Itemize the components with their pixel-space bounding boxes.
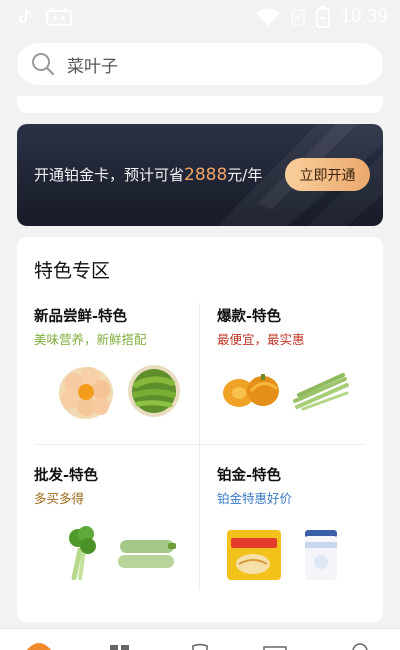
section-title: 特色专区 [34, 260, 111, 282]
category-subtitle: 最便宜，最实惠 [217, 332, 305, 347]
banner-text-prefix: 开通铂金卡，预计可省 [34, 166, 185, 184]
bottom-tab-bar [0, 628, 400, 650]
milk-powder-image [305, 530, 337, 580]
vertical-divider [199, 303, 200, 590]
tab-home-icon[interactable] [24, 641, 54, 650]
wifi-icon [256, 9, 281, 26]
long-beans-image [293, 373, 349, 411]
category-subtitle: 美味营养，新鲜搭配 [34, 332, 147, 347]
category-platinum[interactable]: 铂金-特色 铂金特惠好价 [217, 464, 377, 604]
platinum-card-banner[interactable]: 开通铂金卡，预计可省2888元/年 立即开通 [17, 124, 383, 226]
green-beans-image [128, 365, 180, 417]
gallery-icon [46, 8, 72, 26]
search-bar[interactable]: 菜叶子 [17, 43, 383, 85]
pumpkin-image [223, 374, 279, 407]
category-title: 新品尝鲜-特色 [34, 309, 128, 325]
status-time: 10:39 [340, 6, 388, 27]
tab-profile-icon[interactable] [350, 641, 370, 650]
category-new-products[interactable]: 新品尝鲜-特色 美味营养，新鲜搭配 [34, 305, 194, 445]
search-icon [32, 53, 55, 76]
category-title: 铂金-特色 [217, 468, 282, 484]
tab-category-icon[interactable] [108, 641, 132, 650]
zucchini-image [118, 540, 176, 568]
search-input[interactable]: 菜叶子 [67, 52, 118, 77]
tiktok-icon [18, 9, 31, 24]
signal-icon [291, 9, 306, 26]
noodle-pack-image [227, 530, 281, 580]
category-wholesale[interactable]: 批发-特色 多买多得 [34, 464, 194, 604]
category-title: 爆款-特色 [217, 309, 282, 325]
category-title: 批发-特色 [34, 468, 99, 484]
previous-card [17, 96, 383, 113]
status-bar: 10:39 [0, 0, 400, 36]
category-subtitle: 铂金特惠好价 [217, 491, 293, 506]
featured-section: 特色专区 新品尝鲜-特色 美味营养，新鲜搭配 爆款-特色 最便宜，最实惠 批发-… [17, 237, 383, 622]
tab-orders-icon[interactable] [262, 641, 288, 650]
banner-amount: 2888 [184, 165, 228, 185]
battery-icon [316, 6, 331, 28]
celery-image [69, 526, 96, 580]
tab-cart-icon[interactable] [190, 641, 210, 650]
category-hot-deals[interactable]: 爆款-特色 最便宜，最实惠 [217, 305, 377, 445]
banner-text: 开通铂金卡，预计可省2888元/年 [34, 164, 262, 185]
eggs-image [59, 367, 113, 419]
activate-button[interactable]: 立即开通 [285, 158, 370, 191]
category-subtitle: 多买多得 [34, 491, 85, 506]
banner-text-suffix: 元/年 [227, 166, 263, 184]
